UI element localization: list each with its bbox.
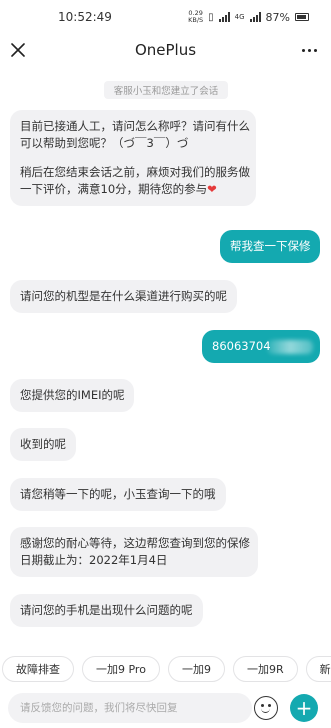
close-icon[interactable]: [6, 38, 30, 62]
heart-icon: ❤: [207, 182, 217, 196]
status-icons: 0.29 KB/S ▯ 4G 87%: [188, 10, 309, 24]
signal-icon: [218, 12, 230, 22]
chat-area[interactable]: 客服小玉和您建立了会话 目前已接通人工，请问怎么称呼？请问有什么 可以帮助到您呢…: [0, 66, 331, 656]
more-icon[interactable]: [297, 38, 321, 62]
vibrate-icon: ▯: [208, 11, 214, 23]
message-input[interactable]: [8, 693, 252, 723]
quick-reply-chip[interactable]: 一加9 Pro: [82, 656, 160, 682]
status-time: 10:52:49: [58, 10, 112, 24]
battery-percent: 87%: [265, 10, 290, 24]
redaction-blur: [266, 339, 313, 354]
message-text: 请问您的机型是在什么渠道进行购买的呢: [20, 289, 227, 303]
system-note: 客服小玉和您建立了会话: [104, 81, 228, 99]
input-bar: +: [0, 690, 331, 728]
user-message: 86063704: [202, 330, 320, 363]
message-line: 稍后在您结束会话之前，麻烦对我们的服务做: [20, 165, 250, 179]
quick-reply-chip[interactable]: 一加9R: [232, 656, 298, 682]
page-title: OnePlus: [134, 41, 197, 59]
quick-reply-chip[interactable]: 故障排查: [2, 656, 74, 682]
battery-icon: [295, 13, 309, 21]
agent-message: 请问您的手机是出现什么问题的呢: [10, 594, 203, 627]
header: OnePlus: [0, 34, 331, 66]
net-speed: 0.29 KB/S: [188, 10, 203, 24]
quick-reply-chip[interactable]: 新品: [305, 656, 331, 682]
quick-replies: 故障排查 一加9 Pro 一加9 一加9R 新品: [0, 656, 331, 684]
agent-message: 感谢您的耐心等待，这边帮您查询到您的保修 日期截止为：2022年1月4日: [10, 527, 258, 577]
message-text: 86063704: [212, 339, 271, 353]
emoji-icon[interactable]: [254, 696, 278, 720]
quick-reply-chip[interactable]: 一加9: [167, 656, 225, 682]
status-bar: 10:52:49 0.29 KB/S ▯ 4G 87%: [0, 0, 331, 34]
network-label: 4G: [234, 13, 245, 21]
agent-message: 请问您的机型是在什么渠道进行购买的呢: [10, 280, 237, 313]
plus-icon[interactable]: +: [290, 694, 318, 722]
message-line: 日期截止为：2022年1月4日: [20, 553, 168, 567]
message-text: 请您稍等一下的呢，小玉查询一下的哦: [20, 487, 216, 501]
agent-message: 您提供您的IMEI的呢: [10, 379, 135, 412]
message-line: 一下评价，满意10分，期待您的参与❤: [20, 182, 217, 196]
agent-message: 目前已接通人工，请问怎么称呼？请问有什么 可以帮助到您呢？（づ￣3￣）づ 稍后在…: [10, 110, 256, 206]
signal-icon-2: [249, 12, 261, 22]
agent-message: 收到的呢: [10, 428, 76, 461]
message-line: 可以帮助到您呢？（づ￣3￣）づ: [20, 136, 189, 150]
message-line: 目前已接通人工，请问怎么称呼？请问有什么: [20, 119, 250, 133]
net-speed-unit: KB/S: [188, 16, 204, 24]
message-text: 请问您的手机是出现什么问题的呢: [20, 603, 193, 617]
message-line: 感谢您的耐心等待，这边帮您查询到您的保修: [20, 536, 250, 550]
message-text: 帮我查一下保修: [230, 239, 311, 253]
message-text: 收到的呢: [20, 437, 66, 451]
user-message: 帮我查一下保修: [220, 230, 320, 263]
agent-message: 请您稍等一下的呢，小玉查询一下的哦: [10, 478, 226, 511]
message-text: 您提供您的IMEI的呢: [20, 388, 125, 402]
